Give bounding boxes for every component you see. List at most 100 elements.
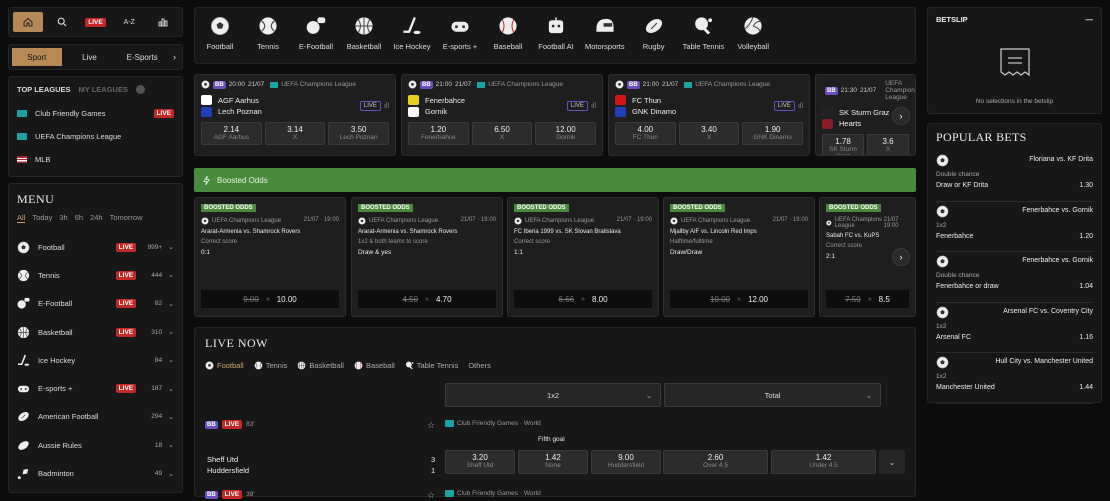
league-item[interactable]: Club Friendly Games LIVE	[17, 102, 174, 125]
odds-button[interactable]: 3.50 Lech Poznan	[328, 122, 390, 145]
chevron-right-icon[interactable]: ›	[170, 52, 179, 62]
sport-tab-baseball[interactable]: Baseball	[489, 16, 527, 51]
sport-tab-football[interactable]: Football	[201, 16, 239, 51]
live-tab-football[interactable]: Football	[205, 361, 244, 370]
filter-24h[interactable]: 24h	[90, 213, 103, 223]
odds-button[interactable]: 1.90 GNK Dinamo	[742, 122, 804, 145]
az-button[interactable]: A-Z	[114, 12, 144, 32]
match-card[interactable]: BB 21:00 21/07 UEFA Champions League FC Thun…	[608, 74, 810, 156]
odds-button[interactable]: 3.6 X	[867, 134, 909, 155]
search-button[interactable]	[47, 12, 77, 32]
filter-all[interactable]: All	[17, 213, 26, 223]
odds-button[interactable]: 1.42 Under 4.5	[771, 450, 876, 474]
favorite-star-icon[interactable]: ☆	[427, 420, 435, 431]
sport-tab-ice-hockey[interactable]: Ice Hockey	[393, 16, 431, 51]
chevron-down-icon[interactable]: ⌄	[168, 470, 174, 478]
boosted-odds-button[interactable]: 6.66 » 8.00	[514, 290, 652, 308]
chevron-down-icon[interactable]: ⌄	[168, 385, 174, 393]
tab-esports[interactable]: E-Sports	[117, 48, 167, 66]
odds-button[interactable]: 1.42 None	[518, 450, 588, 474]
boosted-odds-button[interactable]: 9.00 » 10.00	[201, 290, 339, 308]
sport-item-badminton[interactable]: Badminton 49 ⌄	[17, 459, 174, 487]
sport-item-american-football[interactable]: American Football 294 ⌄	[17, 403, 174, 431]
chevron-down-icon[interactable]: ⌄	[168, 413, 174, 421]
sport-tab-football-ai[interactable]: Football AI	[537, 16, 575, 51]
boosted-card[interactable]: BOOSTED ODDS UEFA Champions League 21/07 ·…	[507, 197, 659, 317]
home-button[interactable]	[13, 12, 43, 32]
odds-button[interactable]: 4.00 FC Thun	[615, 122, 676, 145]
chevron-down-icon[interactable]: ⌄	[168, 328, 174, 336]
live-match-row[interactable]: BB LIVE 83' ☆ Club Friendly Games · Worl…	[205, 420, 905, 480]
odds-button[interactable]: 12.00 Gornik	[535, 122, 597, 145]
sport-tab-volleyball[interactable]: Volleyball	[734, 16, 772, 51]
my-leagues-tab[interactable]: MY LEAGUES	[79, 85, 128, 94]
filter-today[interactable]: Today	[32, 213, 52, 223]
match-card[interactable]: BB 20:00 21/07 UEFA Champions League AGF Aar…	[194, 74, 396, 156]
odds-button[interactable]: 1.20 Fenerbahce	[408, 122, 469, 145]
boosted-card[interactable]: BOOSTED ODDS UEFA Champions League 21/07 ·…	[194, 197, 346, 317]
expand-button[interactable]: ⌄	[879, 450, 905, 474]
boosted-card[interactable]: BOOSTED ODDS UEFA Champions League 21/07 ·…	[663, 197, 815, 317]
sport-item-aussie-rules[interactable]: Aussie Rules 18 ⌄	[17, 431, 174, 459]
sport-tab-basketball[interactable]: Basketball	[345, 16, 383, 51]
sport-item-tennis[interactable]: Tennis LIVE 444 ⌄	[17, 261, 174, 289]
odds-button[interactable]: 3.40 X	[678, 122, 740, 145]
sport-item-e-sports-[interactable]: E-sports + LIVE 187 ⌄	[17, 374, 174, 402]
live-nav-button[interactable]: LIVE	[81, 12, 111, 32]
filter-6h[interactable]: 6h	[75, 213, 83, 223]
sport-tab-e-sports-[interactable]: E-sports +	[441, 16, 479, 51]
chevron-down-icon[interactable]: ⌄	[168, 356, 174, 364]
filter-3h[interactable]: 3h	[59, 213, 67, 223]
tab-live[interactable]: Live	[65, 48, 115, 66]
odds-button[interactable]: 2.60 Over 4.5	[663, 450, 768, 474]
boosted-odds-button[interactable]: 10.00 » 12.00	[670, 290, 808, 308]
live-tab-others[interactable]: Others	[468, 361, 491, 370]
sport-tab-rugby[interactable]: Rugby	[635, 16, 673, 51]
minimize-icon[interactable]: —	[1086, 15, 1094, 24]
live-tab-basketball[interactable]: Basketball	[297, 361, 344, 370]
matches-next-button[interactable]: ›	[892, 107, 910, 125]
odds-button[interactable]: 3.14 X	[264, 122, 326, 145]
top-leagues-tab[interactable]: TOP LEAGUES	[17, 85, 71, 94]
chevron-down-icon[interactable]: ⌄	[168, 243, 174, 251]
sport-item-basketball[interactable]: Basketball LIVE 310 ⌄	[17, 318, 174, 346]
live-tab-table-tennis[interactable]: Table Tennis	[405, 361, 458, 370]
boosted-card[interactable]: BOOSTED ODDS UEFA Champions League 21/07 ·…	[351, 197, 503, 317]
popular-bet-item[interactable]: Fenerbahce vs. Gornik Double chance Fenerb…	[936, 252, 1093, 303]
boosted-odds-bar[interactable]: Boosted Odds	[194, 168, 916, 192]
league-item[interactable]: UEFA Champions League	[17, 125, 174, 148]
filter-tomorrow[interactable]: Tomorrow	[110, 213, 143, 223]
popular-bet-item[interactable]: Fenerbahce vs. Gornik 1x2 Fenerbahce 1.20	[936, 202, 1093, 252]
boosted-odds-button[interactable]: 4.50 » 4.70	[358, 290, 496, 308]
stats-button[interactable]	[148, 12, 178, 32]
boosted-next-button[interactable]: ›	[892, 248, 910, 266]
sport-tab-motorsports[interactable]: Motorsports	[585, 16, 625, 51]
sport-tab-tennis[interactable]: Tennis	[249, 16, 287, 51]
tab-sport[interactable]: Sport	[12, 48, 62, 66]
sport-tab-table-tennis[interactable]: Table Tennis	[683, 16, 724, 51]
popular-bet-item[interactable]: Floriana vs. KF Drita Double chance Draw o…	[936, 151, 1093, 202]
chevron-down-icon[interactable]: ⌄	[168, 300, 174, 308]
boosted-odds-button[interactable]: 7.50 » 8.5	[826, 290, 909, 308]
odds-button[interactable]: 9.00 Huddersfield	[591, 450, 661, 474]
odds-button[interactable]: 6.50 X	[471, 122, 533, 145]
match-card[interactable]: BB 21:00 21/07 UEFA Champions League Fenerba…	[401, 74, 603, 156]
odds-button[interactable]: 3.20 Sheff Utd	[445, 450, 515, 474]
sport-tab-e-football[interactable]: E-Football	[297, 16, 335, 51]
popular-bet-item[interactable]: Hull City vs. Manchester United 1x2 Manche…	[936, 353, 1093, 404]
odds-button[interactable]: 1.78SK Sturm Graz	[822, 134, 864, 155]
chevron-down-icon[interactable]: ⌄	[168, 441, 174, 449]
live-tab-tennis[interactable]: Tennis	[254, 361, 287, 370]
favorite-star-icon[interactable]: ☆	[427, 490, 435, 501]
market-select-total[interactable]: Total ⌄	[664, 383, 881, 407]
chevron-down-icon[interactable]: ⌄	[168, 271, 174, 279]
live-match-row[interactable]: BB LIVE 39' ☆ Club Friendly Games · Worl…	[205, 490, 905, 500]
sport-item-football[interactable]: Football LIVE 999+ ⌄	[17, 233, 174, 261]
popular-bet-item[interactable]: Arsenal FC vs. Coventry City 1x2 Arsenal F…	[936, 303, 1093, 353]
live-tab-baseball[interactable]: Baseball	[354, 361, 395, 370]
odds-button[interactable]: 2.14 AGF Aarhus	[201, 122, 262, 145]
league-item[interactable]: MLB	[17, 148, 174, 171]
sport-item-e-football[interactable]: E-Football LIVE 82 ⌄	[17, 290, 174, 318]
market-select-1x2[interactable]: 1x2 ⌄	[445, 383, 661, 407]
sport-item-ice-hockey[interactable]: Ice Hockey 84 ⌄	[17, 346, 174, 374]
